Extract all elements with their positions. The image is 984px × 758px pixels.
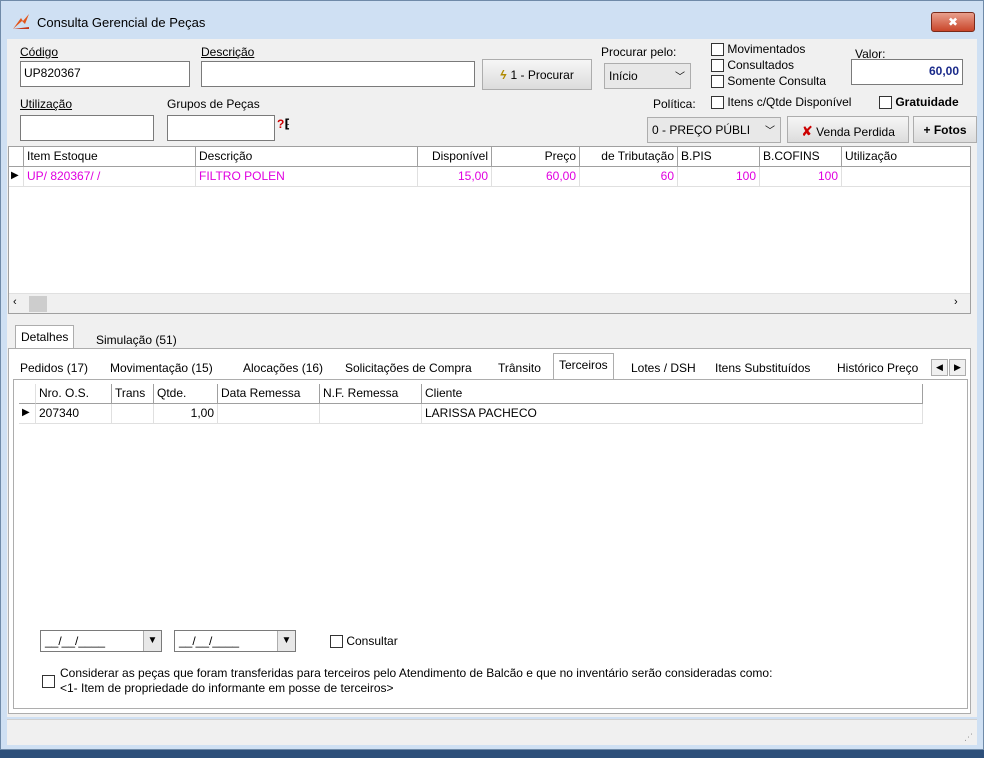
scroll-thumb[interactable] bbox=[29, 296, 47, 312]
cell-tributacao[interactable]: 60 bbox=[580, 167, 678, 187]
tab-historico-preco[interactable]: Histórico Preço bbox=[832, 357, 932, 379]
col-descricao[interactable]: Descrição bbox=[196, 147, 418, 167]
cell-utilizacao[interactable] bbox=[842, 167, 970, 187]
col-bpis[interactable]: B.PIS bbox=[678, 147, 760, 167]
cell-nro-os[interactable]: 207340 bbox=[36, 404, 112, 424]
tab-terceiros[interactable]: Terceiros bbox=[553, 353, 614, 379]
scroll-left-icon[interactable]: ‹ bbox=[13, 296, 17, 308]
scroll-right-icon[interactable]: › bbox=[954, 296, 958, 308]
col-item-estoque[interactable]: Item Estoque bbox=[24, 147, 196, 167]
status-bar: ⋰ bbox=[7, 719, 977, 745]
chevron-down-icon[interactable]: ▼ bbox=[277, 631, 295, 651]
cell-bcofins[interactable]: 100 bbox=[760, 167, 842, 187]
col-trans[interactable]: Trans bbox=[112, 384, 154, 404]
grupos-input[interactable] bbox=[167, 115, 275, 141]
window-title: Consulta Gerencial de Peças bbox=[37, 15, 206, 30]
politica-label: Política: bbox=[653, 97, 696, 111]
grupos-label: Grupos de Peças bbox=[167, 97, 260, 111]
cell-data-remessa[interactable] bbox=[218, 404, 320, 424]
movimentados-checkbox[interactable]: Movimentados bbox=[711, 42, 805, 57]
col-utilizacao[interactable]: Utilização bbox=[842, 147, 970, 167]
somente-consulta-checkbox[interactable]: Somente Consulta bbox=[711, 74, 826, 89]
col-qtde[interactable]: Qtde. bbox=[154, 384, 218, 404]
considerar-checkbox[interactable] bbox=[42, 674, 55, 689]
codigo-label: Código bbox=[20, 45, 59, 59]
main-window: Consulta Gerencial de Peças ✖ Código Des… bbox=[0, 0, 984, 750]
cell-descricao[interactable]: FILTRO POLEN bbox=[196, 167, 418, 187]
col-nro-os[interactable]: Nro. O.S. bbox=[36, 384, 112, 404]
red-x-icon: ✘ bbox=[801, 123, 813, 139]
col-tributacao[interactable]: de Tributação bbox=[580, 147, 678, 167]
row-pointer-icon: ▶ bbox=[19, 404, 36, 424]
cell-disponivel[interactable]: 15,00 bbox=[418, 167, 492, 187]
tab-lotes-dsh[interactable]: Lotes / DSH bbox=[626, 357, 701, 379]
valor-input[interactable]: 60,00 bbox=[851, 59, 963, 85]
col-cliente[interactable]: Cliente bbox=[422, 384, 923, 404]
horizontal-scrollbar[interactable]: ‹ › bbox=[9, 293, 970, 313]
tab-transito[interactable]: Trânsito bbox=[493, 357, 546, 379]
date-start-input[interactable]: __/__/____ ▼ bbox=[40, 630, 162, 652]
col-disponivel[interactable]: Disponível bbox=[418, 147, 492, 167]
col-data-remessa[interactable]: Data Remessa bbox=[218, 384, 320, 404]
resize-grip-icon[interactable]: ⋰ bbox=[964, 732, 973, 743]
tab-detalhes[interactable]: Detalhes bbox=[15, 325, 75, 349]
codigo-input[interactable]: UP820367 bbox=[20, 61, 190, 87]
tab-scroll-left-icon[interactable]: ◀ bbox=[931, 359, 948, 376]
items-grid[interactable]: Item Estoque Descrição Disponível Preço … bbox=[8, 146, 971, 314]
politica-select[interactable]: 0 - PREÇO PÚBLI ﹀ bbox=[647, 117, 781, 143]
grid-indicator-header bbox=[19, 384, 36, 404]
gratuidade-checkbox[interactable]: Gratuidade bbox=[879, 95, 959, 110]
procurar-button[interactable]: ϟ1 - Procurar bbox=[482, 59, 592, 90]
title-bar: Consulta Gerencial de Peças ✖ bbox=[1, 1, 983, 39]
descricao-input[interactable] bbox=[201, 61, 475, 87]
procurar-pelo-select[interactable]: Início ﹀ bbox=[604, 63, 691, 89]
procurar-pelo-label: Procurar pelo: bbox=[601, 45, 677, 59]
consultar-checkbox[interactable]: Consultar bbox=[330, 634, 398, 649]
venda-perdida-button[interactable]: ✘ Venda Perdida bbox=[787, 116, 909, 143]
cell-cliente[interactable]: LARISSA PACHECO bbox=[422, 404, 923, 424]
client-area: Código Descrição Procurar pelo: UP820367… bbox=[7, 39, 977, 717]
descricao-label: Descrição bbox=[201, 45, 255, 59]
app-logo-icon bbox=[13, 14, 29, 29]
col-bcofins[interactable]: B.COFINS bbox=[760, 147, 842, 167]
tab-scroll-right-icon[interactable]: ▶ bbox=[949, 359, 966, 376]
lightning-icon: ϟ bbox=[500, 68, 507, 82]
col-preco[interactable]: Preço bbox=[492, 147, 580, 167]
terceiros-page: Nro. O.S. Trans Qtde. Data Remessa N.F. … bbox=[13, 379, 968, 709]
tab-itens-substituidos[interactable]: Itens Substituídos bbox=[710, 357, 815, 379]
chevron-down-icon: ﹀ bbox=[675, 72, 685, 83]
cell-item-estoque[interactable]: UP/ 820367/ / bbox=[24, 167, 196, 187]
utilizacao-input[interactable] bbox=[20, 115, 154, 141]
chevron-down-icon: ﹀ bbox=[765, 126, 775, 137]
cell-bpis[interactable]: 100 bbox=[678, 167, 760, 187]
cell-preco[interactable]: 60,00 bbox=[492, 167, 580, 187]
consultados-checkbox[interactable]: Consultados bbox=[711, 58, 794, 73]
terceiros-grid[interactable]: Nro. O.S. Trans Qtde. Data Remessa N.F. … bbox=[19, 384, 923, 426]
date-end-input[interactable]: __/__/____ ▼ bbox=[174, 630, 296, 652]
itens-qtde-checkbox[interactable]: Itens c/Qtde Disponível bbox=[711, 95, 851, 110]
utilizacao-label: Utilização bbox=[20, 97, 73, 111]
col-nf-remessa[interactable]: N.F. Remessa bbox=[320, 384, 422, 404]
grid-indicator-header bbox=[9, 147, 24, 167]
tab-movimentacao[interactable]: Movimentação (15) bbox=[105, 357, 218, 379]
cell-nf-remessa[interactable] bbox=[320, 404, 422, 424]
lookup-icon[interactable]: ?⁅ bbox=[277, 117, 301, 137]
taskbar-strip bbox=[0, 750, 984, 758]
fotos-button[interactable]: + Fotos bbox=[913, 116, 977, 143]
chevron-down-icon[interactable]: ▼ bbox=[143, 631, 161, 651]
cell-qtde[interactable]: 1,00 bbox=[154, 404, 218, 424]
details-panel: Pedidos (17) Movimentação (15) Alocações… bbox=[8, 348, 971, 714]
tab-pedidos[interactable]: Pedidos (17) bbox=[15, 357, 93, 379]
tab-alocacoes[interactable]: Alocações (16) bbox=[238, 357, 328, 379]
close-button[interactable]: ✖ bbox=[931, 12, 975, 32]
considerar-text: Considerar as peças que foram transferid… bbox=[60, 666, 773, 695]
row-pointer-icon: ▶ bbox=[9, 167, 24, 187]
tab-solicitacoes[interactable]: Solicitações de Compra bbox=[340, 357, 477, 379]
cell-trans[interactable] bbox=[112, 404, 154, 424]
